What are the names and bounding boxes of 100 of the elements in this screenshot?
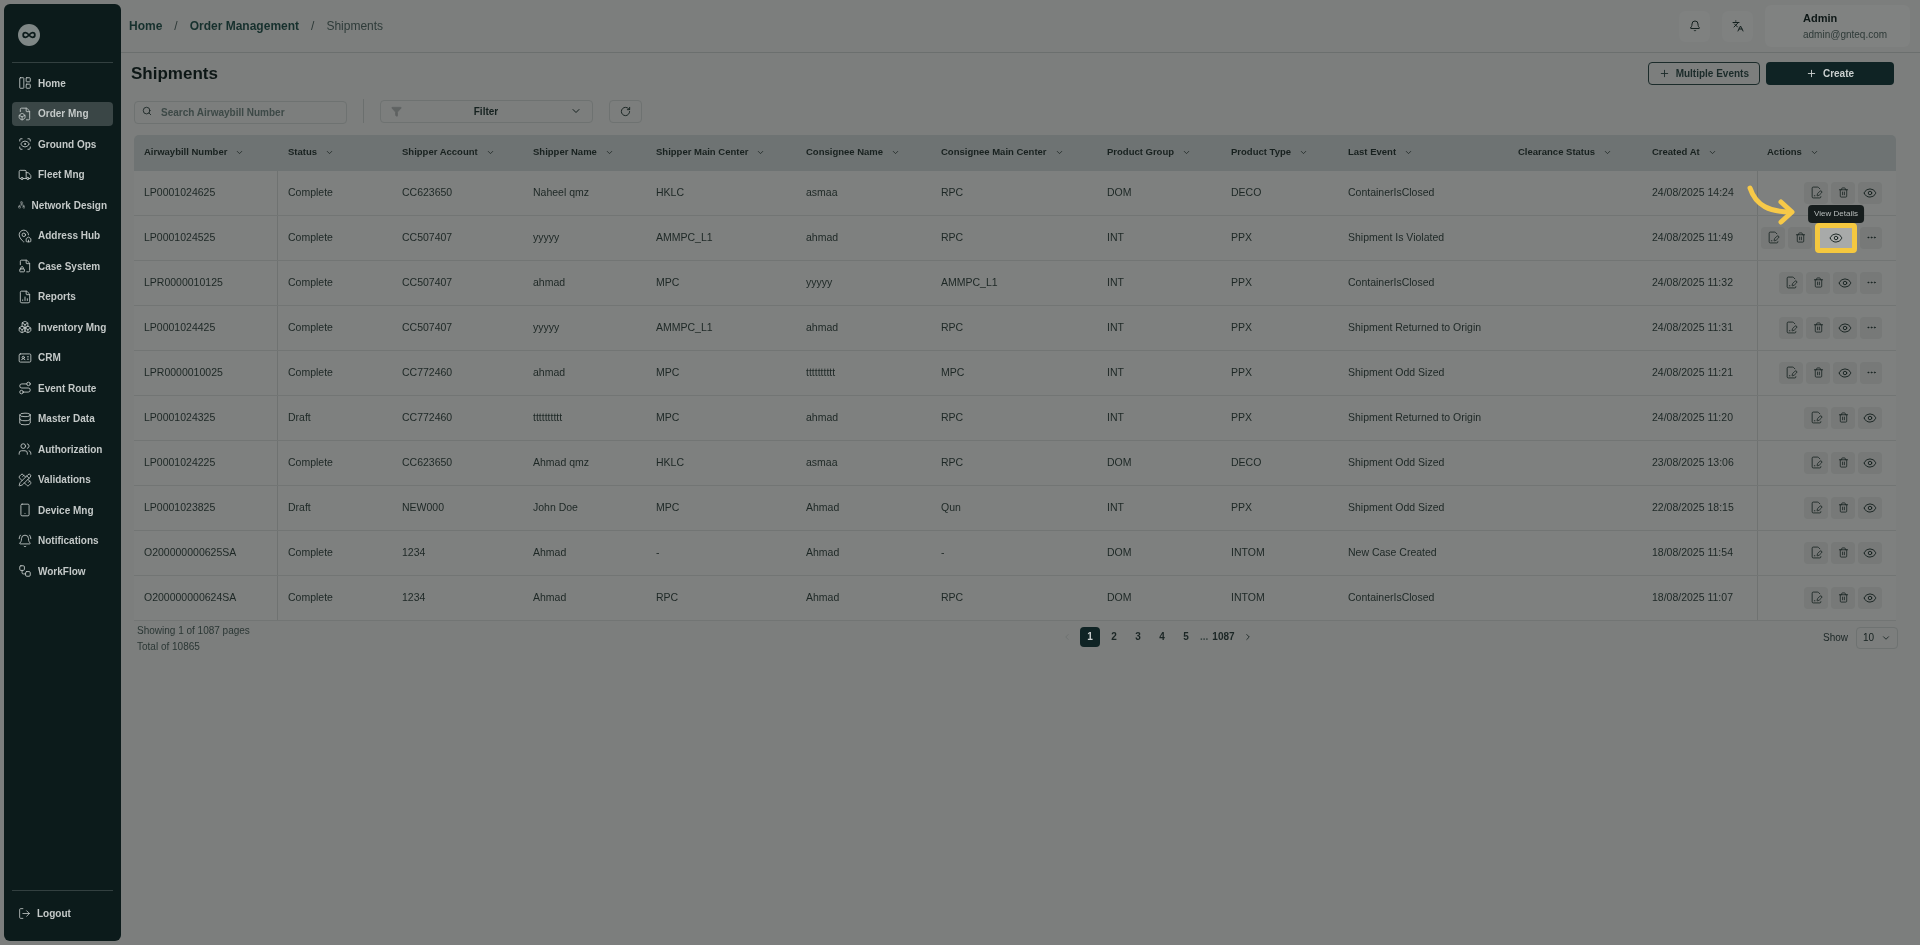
chevron-down-icon bbox=[325, 148, 335, 157]
delete-button[interactable] bbox=[1831, 586, 1855, 609]
page-button[interactable]: 1087 bbox=[1212, 626, 1235, 647]
column-header[interactable]: Status bbox=[278, 145, 392, 160]
eye-icon bbox=[1863, 410, 1877, 425]
edit-document-button[interactable] bbox=[1804, 406, 1828, 429]
table-cell-text: asmaa bbox=[806, 454, 838, 470]
breadcrumb-link[interactable]: Order Management bbox=[189, 17, 300, 35]
table-cell-text: Complete bbox=[288, 274, 333, 290]
table-cell-text: INT bbox=[1107, 409, 1124, 425]
sidebar-item[interactable]: Address Hub bbox=[12, 223, 113, 248]
delete-button[interactable] bbox=[1831, 181, 1855, 204]
sidebar-item[interactable]: Reports bbox=[12, 284, 113, 309]
view-button[interactable] bbox=[1815, 222, 1857, 253]
table-cell-text: 22/08/2025 18:15 bbox=[1652, 499, 1734, 515]
search-field[interactable]: Search Airwaybill Number bbox=[134, 100, 347, 124]
sidebar-item[interactable]: WorkFlow bbox=[12, 559, 113, 583]
page-button[interactable]: 3 bbox=[1128, 626, 1148, 647]
more-button[interactable] bbox=[1860, 361, 1882, 384]
page-button[interactable]: 1 bbox=[1080, 626, 1100, 647]
delete-button[interactable] bbox=[1831, 541, 1855, 564]
more-button[interactable] bbox=[1860, 316, 1882, 339]
id-card-icon bbox=[18, 350, 32, 365]
more-button[interactable] bbox=[1860, 226, 1882, 249]
multiple-events-button[interactable]: Multiple Events bbox=[1647, 62, 1760, 86]
column-header[interactable]: Shipper Account bbox=[392, 145, 523, 160]
trash-icon bbox=[1812, 277, 1824, 288]
filter-dropdown[interactable]: Filter bbox=[380, 99, 593, 123]
boxes-icon bbox=[18, 320, 32, 334]
refresh-button[interactable] bbox=[609, 99, 642, 123]
table-cell-text: HKLC bbox=[656, 184, 684, 200]
more-button[interactable] bbox=[1860, 271, 1882, 294]
table-cell-text: ContainerIsClosed bbox=[1348, 589, 1435, 605]
column-header[interactable]: Consignee Name bbox=[796, 145, 931, 160]
edit-document-button[interactable] bbox=[1804, 496, 1828, 519]
table-cell-text: MPC bbox=[656, 409, 680, 425]
column-header[interactable]: Airwaybill Number bbox=[134, 145, 278, 160]
sidebar-item[interactable]: Notifications bbox=[12, 528, 113, 553]
delete-button[interactable] bbox=[1831, 451, 1855, 474]
breadcrumb-link[interactable]: Shipments bbox=[326, 17, 384, 35]
delete-button[interactable] bbox=[1788, 226, 1812, 249]
edit-document-button[interactable] bbox=[1761, 226, 1785, 249]
table-cell-text: DOM bbox=[1107, 544, 1132, 560]
sidebar-item[interactable]: Master Data bbox=[12, 406, 113, 431]
pencil-ruler-icon bbox=[18, 472, 32, 487]
column-header[interactable]: Product Group bbox=[1097, 145, 1221, 160]
table-cell-text: 18/08/2025 11:54 bbox=[1652, 544, 1733, 560]
column-header[interactable]: Clearance Status bbox=[1508, 145, 1642, 160]
sidebar-item[interactable]: Fleet Mng bbox=[12, 162, 113, 187]
column-header[interactable]: Product Type bbox=[1221, 145, 1338, 160]
edit-document-button[interactable] bbox=[1804, 451, 1828, 474]
sidebar-item[interactable]: Case System bbox=[12, 254, 113, 278]
sidebar-item[interactable]: Validations bbox=[12, 467, 113, 492]
column-header[interactable]: Consignee Main Center bbox=[931, 145, 1097, 160]
sidebar-item[interactable]: Authorization bbox=[12, 437, 113, 461]
logout-link[interactable]: Logout bbox=[12, 901, 113, 925]
edit-document-button[interactable] bbox=[1804, 586, 1828, 609]
page-size-select[interactable]: 10 bbox=[1856, 626, 1898, 649]
page-button[interactable]: 4 bbox=[1152, 626, 1172, 647]
breadcrumb-link[interactable]: Home bbox=[129, 17, 163, 35]
delete-button[interactable] bbox=[1806, 271, 1830, 294]
table-cell-text: Shipment Returned to Origin bbox=[1348, 409, 1482, 425]
column-header[interactable]: Shipper Name bbox=[523, 145, 646, 160]
delete-button[interactable] bbox=[1806, 316, 1830, 339]
delete-button[interactable] bbox=[1806, 361, 1830, 384]
delete-button[interactable] bbox=[1831, 406, 1855, 429]
column-header[interactable]: Last Event bbox=[1338, 145, 1508, 160]
edit-document-button[interactable] bbox=[1779, 316, 1803, 339]
edit-document-button[interactable] bbox=[1804, 541, 1828, 564]
chevron-down-icon bbox=[235, 148, 245, 157]
table-cell-text: yyyyy bbox=[533, 229, 560, 245]
sidebar-item[interactable]: Network Design bbox=[12, 193, 113, 217]
database-icon bbox=[18, 411, 32, 426]
user-card[interactable]: Admin admin@gnteq.com bbox=[1765, 5, 1910, 47]
column-header[interactable]: Created At bbox=[1642, 145, 1757, 160]
table-cell-text: New Case Created bbox=[1348, 544, 1437, 560]
table-cell-text: Ahmad bbox=[806, 499, 840, 515]
table-cell-text: LP0001024525 bbox=[144, 229, 216, 245]
table-cell-text: Shipment Odd Sized bbox=[1348, 454, 1445, 470]
page-button[interactable]: 5 bbox=[1176, 626, 1196, 647]
edit-document-button[interactable] bbox=[1779, 271, 1803, 294]
sidebar-item[interactable]: Ground Ops bbox=[12, 132, 113, 156]
file-signature-icon bbox=[1784, 276, 1798, 289]
create-button[interactable]: Create bbox=[1766, 62, 1894, 86]
workflow-icon bbox=[18, 564, 32, 578]
sidebar-item[interactable]: Order Mng bbox=[12, 101, 113, 126]
table-cell-text: Draft bbox=[288, 499, 311, 515]
sidebar-item[interactable]: Event Route bbox=[12, 376, 113, 400]
table-cell-text: ahmad bbox=[533, 364, 566, 380]
sidebar-item[interactable]: CRM bbox=[12, 345, 113, 370]
edit-document-button[interactable] bbox=[1804, 181, 1828, 204]
sidebar-item[interactable]: Home bbox=[12, 71, 113, 95]
sidebar-item[interactable]: Device Mng bbox=[12, 498, 113, 522]
page-button[interactable]: 2 bbox=[1104, 626, 1124, 647]
edit-document-button[interactable] bbox=[1779, 361, 1803, 384]
sidebar-item[interactable]: Inventory Mng bbox=[12, 315, 113, 339]
table-cell-text: Shipment Odd Sized bbox=[1348, 499, 1445, 515]
column-header[interactable]: Actions bbox=[1757, 145, 1896, 160]
column-header[interactable]: Shipper Main Center bbox=[646, 145, 796, 160]
delete-button[interactable] bbox=[1831, 496, 1855, 519]
